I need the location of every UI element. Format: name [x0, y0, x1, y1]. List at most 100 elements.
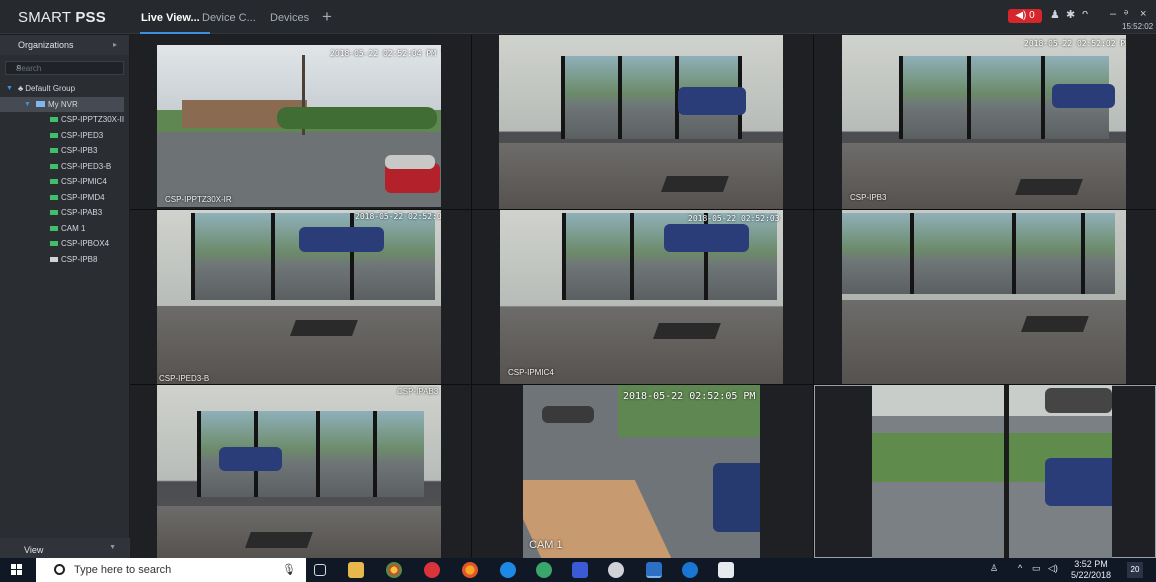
camera-icon: [50, 117, 58, 122]
network-icon[interactable]: ▭: [1032, 563, 1041, 574]
file-explorer-icon[interactable]: [348, 562, 364, 578]
search-input[interactable]: Search ⌕: [5, 61, 124, 75]
video-tile-selected[interactable]: [814, 385, 1156, 558]
tab-live-view[interactable]: Live View...: [141, 12, 200, 24]
tree-camera-item[interactable]: CAM 1: [0, 221, 129, 237]
volume-icon[interactable]: ◁): [1048, 563, 1058, 574]
app-icon-gray[interactable]: [608, 562, 624, 578]
video-feed: 2018-05-22 02:52:03 PM CSP-IPMIC4: [500, 210, 783, 384]
video-tile[interactable]: 2018-05-22 02:52:03 PM CSP-IPMIC4: [472, 210, 813, 384]
scene-mullion: [196, 410, 201, 498]
camera-name-overlay: CSP-IPAB3: [397, 387, 439, 396]
tree-camera-item[interactable]: CSP-IPMIC4: [0, 174, 129, 190]
camera-label: CSP-IPED3: [61, 130, 104, 140]
tab-devices[interactable]: Devices: [270, 12, 309, 24]
windows-start-icon[interactable]: [11, 564, 23, 576]
add-tab-button[interactable]: +: [322, 7, 332, 27]
minimize-button[interactable]: –: [1110, 8, 1116, 20]
scene-mullion: [618, 55, 623, 140]
video-feed: [842, 210, 1126, 384]
camera-row-content: CSP-IPMIC4: [50, 177, 107, 186]
expand-arrow-icon[interactable]: ▼: [6, 85, 13, 92]
chevron-down-icon: ▼: [109, 544, 116, 551]
video-tile[interactable]: 2018-05-22 02:52:05 PM CAM 1: [472, 385, 813, 558]
tree-camera-item[interactable]: CSP-IPB8: [0, 252, 129, 268]
tree-camera-item[interactable]: CSP-IPED3-B: [0, 159, 129, 175]
firefox-icon[interactable]: [462, 562, 478, 578]
camera-row-content: CSP-IPPTZ30X-II: [50, 115, 124, 124]
camera-row-content: CAM 1: [50, 224, 85, 233]
device-sidebar: Organizations ▸ Search ⌕ ▼ ♣ Default Grou…: [0, 35, 130, 558]
organizations-header[interactable]: Organizations ▸: [0, 35, 129, 55]
close-button[interactable]: ×: [1140, 8, 1146, 20]
taskbar-date: 5/22/2018: [1071, 570, 1112, 580]
osd-timestamp: 2018-05-22 02:52:0 PM: [355, 212, 441, 221]
video-tile[interactable]: [814, 210, 1156, 384]
smart-pss-taskbar-icon[interactable]: [646, 562, 662, 578]
notifications-button[interactable]: 20: [1127, 562, 1143, 578]
tree-camera-item[interactable]: CSP-IPED3: [0, 128, 129, 144]
app-icon-green[interactable]: [536, 562, 552, 578]
scene-mullion: [910, 213, 915, 294]
app-icon-red[interactable]: [424, 562, 440, 578]
restore-button[interactable]: ᵊ: [1124, 8, 1128, 20]
edge-icon[interactable]: [682, 562, 698, 578]
chevron-up-icon[interactable]: ^: [1018, 563, 1022, 573]
taskbar-search-input[interactable]: Type here to search 🎙: [36, 558, 306, 582]
scene-car: [1052, 83, 1115, 109]
camera-list: CSP-IPPTZ30X-II CSP-IPED3 CSP-IPB3 CSP-IPED…: [0, 112, 129, 267]
tab-device-config[interactable]: Device C...: [202, 12, 256, 24]
smart-pss-app: SMART PSS Live View... Device C... Devic…: [0, 0, 1156, 582]
scene-mullion: [562, 213, 567, 301]
tree-device-nvr[interactable]: ▼ My NVR: [0, 96, 124, 112]
osd-timestamp: 2018-05-22 02:52:02 PM: [1024, 39, 1126, 48]
title-bar: SMART PSS Live View... Device C... Devic…: [0, 0, 1156, 34]
camera-icon: [50, 163, 58, 169]
system-clock[interactable]: 3:52 PM 5/22/2018: [1071, 559, 1111, 581]
user-icon[interactable]: ♟: [1050, 8, 1060, 21]
tree-camera-item[interactable]: CSP-IPB3: [0, 143, 129, 159]
scene-floor: [157, 305, 441, 384]
video-tile[interactable]: 2018-05-22 02:52:0 PM CSP-IPED3-B: [130, 210, 471, 384]
camera-name-overlay: CSP-IPMIC4: [508, 368, 554, 377]
tree-camera-item[interactable]: CSP-IPAB3: [0, 205, 129, 221]
link-icon[interactable]: ᴖ: [1082, 8, 1088, 20]
scene-mat: [290, 319, 359, 336]
search-icon[interactable]: ⌕: [16, 62, 120, 73]
camera-icon: [50, 210, 58, 215]
tree-camera-item[interactable]: CSP-IPMD4: [0, 190, 129, 206]
expand-arrow-icon[interactable]: ▼: [24, 101, 31, 108]
people-icon[interactable]: ♙: [990, 563, 998, 574]
camera-icon: [50, 256, 58, 262]
tree-group-default[interactable]: ▼ ♣ Default Group: [0, 81, 129, 97]
chrome-icon[interactable]: [386, 562, 402, 578]
view-section-header[interactable]: View ▼: [0, 538, 130, 558]
microphone-icon[interactable]: 🎙: [282, 563, 296, 576]
teamviewer-icon[interactable]: [500, 562, 516, 578]
app-icon-blue[interactable]: [572, 562, 588, 578]
scene-car: [1044, 457, 1112, 507]
tree-camera-item[interactable]: CSP-IPPTZ30X-II: [0, 112, 129, 128]
camera-name-overlay: CAM 1: [529, 539, 563, 551]
camera-label: CSP-IPAB3: [61, 208, 103, 217]
scene-car: [1044, 388, 1112, 413]
scene-car: [385, 155, 435, 169]
scene-floor: [499, 142, 783, 209]
gear-icon[interactable]: ✱: [1066, 8, 1075, 21]
video-tile[interactable]: 2018-05-22 02:52:04 PM Tue CSP-IPPTZ30X-…: [130, 35, 471, 209]
video-tile[interactable]: [472, 35, 813, 209]
scene-mullion: [898, 55, 903, 140]
osd-timestamp: 2018-05-22 02:52:04 PM Tue: [330, 49, 441, 58]
group-icon: ♣: [18, 84, 24, 93]
camera-icon: [50, 241, 58, 246]
camera-row-content: CSP-IPED3: [50, 131, 103, 140]
tree-camera-item[interactable]: CSP-IPBOX4: [0, 236, 129, 252]
video-tile[interactable]: CSP-IPAB3: [130, 385, 471, 558]
camera-label: CSP-IPB3: [61, 146, 98, 155]
scene-mullion: [630, 213, 635, 301]
video-tile[interactable]: 2018-05-22 02:52:02 PM CSP-IPB3: [814, 35, 1156, 209]
photos-icon[interactable]: [718, 562, 734, 578]
task-view-icon[interactable]: [314, 564, 326, 576]
alarm-badge[interactable]: ◀) 0: [1008, 9, 1042, 23]
scene-mullion: [191, 213, 196, 301]
